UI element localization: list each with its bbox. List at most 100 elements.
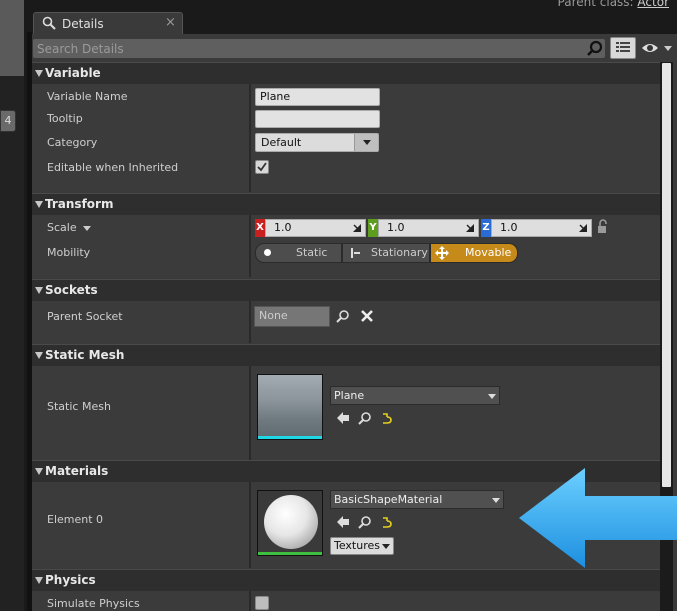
simulate-physics-checkbox[interactable]: [255, 596, 269, 610]
prop-label: Parent Socket: [47, 310, 123, 323]
tab-details[interactable]: Details ×: [33, 12, 183, 34]
browse-arrow-icon[interactable]: [336, 411, 350, 425]
tooltip-field[interactable]: [255, 110, 380, 128]
category-title: Transform: [45, 197, 114, 211]
category-physics-body: Simulate Physics: [32, 591, 660, 611]
static-mesh-asset-name: Plane: [334, 389, 365, 402]
category-title: Materials: [45, 464, 109, 478]
asset-type-bar: [258, 552, 322, 555]
static-icon: [264, 249, 271, 256]
collapse-icon: [35, 287, 43, 294]
axis-z-label: Z: [481, 219, 491, 237]
dropdown-button[interactable]: [354, 134, 378, 151]
reset-icon[interactable]: [380, 411, 394, 425]
category-static-mesh[interactable]: Static Mesh: [32, 344, 660, 366]
scale-z-field[interactable]: 1.0: [491, 219, 592, 237]
close-icon[interactable]: ×: [165, 15, 176, 30]
static-mesh-dropdown[interactable]: Plane: [330, 386, 500, 405]
variable-name-field[interactable]: Plane: [255, 88, 380, 106]
prop-label: Static Mesh: [47, 400, 111, 413]
asset-type-bar: [258, 436, 322, 439]
scale-label[interactable]: Scale: [47, 221, 92, 234]
grid-view-icon: [616, 42, 630, 52]
collapse-icon: [35, 577, 43, 584]
details-icon: [42, 16, 56, 30]
collapse-icon: [35, 468, 43, 475]
column-divider: [249, 482, 251, 568]
find-icon[interactable]: [358, 411, 372, 425]
column-divider: [249, 301, 251, 343]
prop-label: Mobility: [47, 246, 91, 259]
category-static-mesh-body: Static Mesh Plane: [32, 366, 660, 460]
category-sockets-body: Parent Socket None: [32, 301, 660, 343]
category-title: Physics: [45, 573, 96, 587]
textures-dropdown[interactable]: Textures: [330, 537, 394, 555]
column-divider: [249, 84, 251, 192]
checkmark-icon: [257, 162, 267, 172]
column-divider: [249, 215, 251, 277]
prop-label: Tooltip: [47, 112, 83, 125]
scrollbar-thumb[interactable]: [662, 63, 671, 487]
editable-when-inherited-checkbox[interactable]: [255, 160, 269, 174]
category-dropdown[interactable]: Default: [255, 133, 379, 152]
material-thumbnail[interactable]: [257, 490, 323, 556]
scale-z-value: 1.0: [500, 221, 518, 234]
mobility-static-button[interactable]: Static: [255, 243, 342, 263]
find-icon[interactable]: [336, 309, 350, 323]
mobility-option-label: Static: [296, 246, 328, 259]
prop-label: Element 0: [47, 513, 104, 526]
material-dropdown[interactable]: BasicShapeMaterial: [330, 490, 504, 509]
browse-arrow-icon[interactable]: [336, 515, 350, 529]
parent-class-link[interactable]: Actor: [637, 0, 669, 9]
axis-x-label: X: [255, 219, 265, 237]
chevron-down-icon: [363, 140, 371, 145]
category-transform[interactable]: Transform: [32, 193, 660, 215]
material-asset-name: BasicShapeMaterial: [334, 493, 443, 506]
view-options-button[interactable]: [610, 37, 636, 59]
material-sphere-preview: [264, 495, 318, 549]
category-sockets[interactable]: Sockets: [32, 279, 660, 301]
chevron-down-icon: [83, 225, 92, 231]
collapse-icon: [35, 70, 43, 77]
category-title: Sockets: [45, 283, 98, 297]
prop-label: Editable when Inherited: [47, 161, 179, 174]
find-icon[interactable]: [358, 515, 372, 529]
spin-drag-icon[interactable]: [465, 223, 475, 233]
category-variable[interactable]: Variable: [32, 62, 660, 84]
eye-icon[interactable]: [639, 38, 675, 58]
scale-x-field[interactable]: 1.0: [265, 219, 366, 237]
prop-label: Category: [47, 136, 98, 149]
category-title: Static Mesh: [45, 348, 125, 362]
chevron-down-icon: [488, 394, 496, 399]
scale-x-value: 1.0: [274, 221, 292, 234]
reset-icon[interactable]: [380, 515, 394, 529]
mobility-option-label: Stationary: [371, 246, 428, 259]
category-physics[interactable]: Physics: [32, 569, 660, 591]
category-value: Default: [261, 136, 302, 149]
column-divider: [249, 366, 251, 460]
spin-drag-icon[interactable]: [352, 223, 362, 233]
mobility-movable-button[interactable]: Movable: [430, 243, 518, 263]
scale-y-field[interactable]: 1.0: [378, 219, 479, 237]
scale-y-value: 1.0: [387, 221, 405, 234]
lock-icon[interactable]: [596, 219, 610, 235]
parent-socket-field[interactable]: None: [254, 306, 330, 327]
mobility-option-label: Movable: [465, 246, 512, 259]
mobility-stationary-button[interactable]: Stationary: [342, 243, 430, 263]
category-title: Variable: [45, 66, 101, 80]
axis-y-label: Y: [368, 219, 378, 237]
blue-arrow-annotation: [519, 468, 677, 568]
chevron-down-icon: [492, 498, 500, 503]
tab-label: Details: [62, 17, 104, 31]
left-panel-column: [0, 76, 24, 611]
prop-label: Scale: [47, 221, 77, 234]
search-input[interactable]: [37, 39, 577, 58]
search-icon[interactable]: [586, 40, 604, 57]
spin-drag-icon[interactable]: [578, 223, 588, 233]
mesh-thumbnail[interactable]: [257, 374, 323, 440]
left-panel-badge[interactable]: 4: [0, 110, 16, 132]
clear-icon[interactable]: [360, 309, 374, 323]
move-icon: [435, 246, 449, 260]
search-box: [33, 39, 605, 58]
column-divider: [249, 591, 251, 611]
